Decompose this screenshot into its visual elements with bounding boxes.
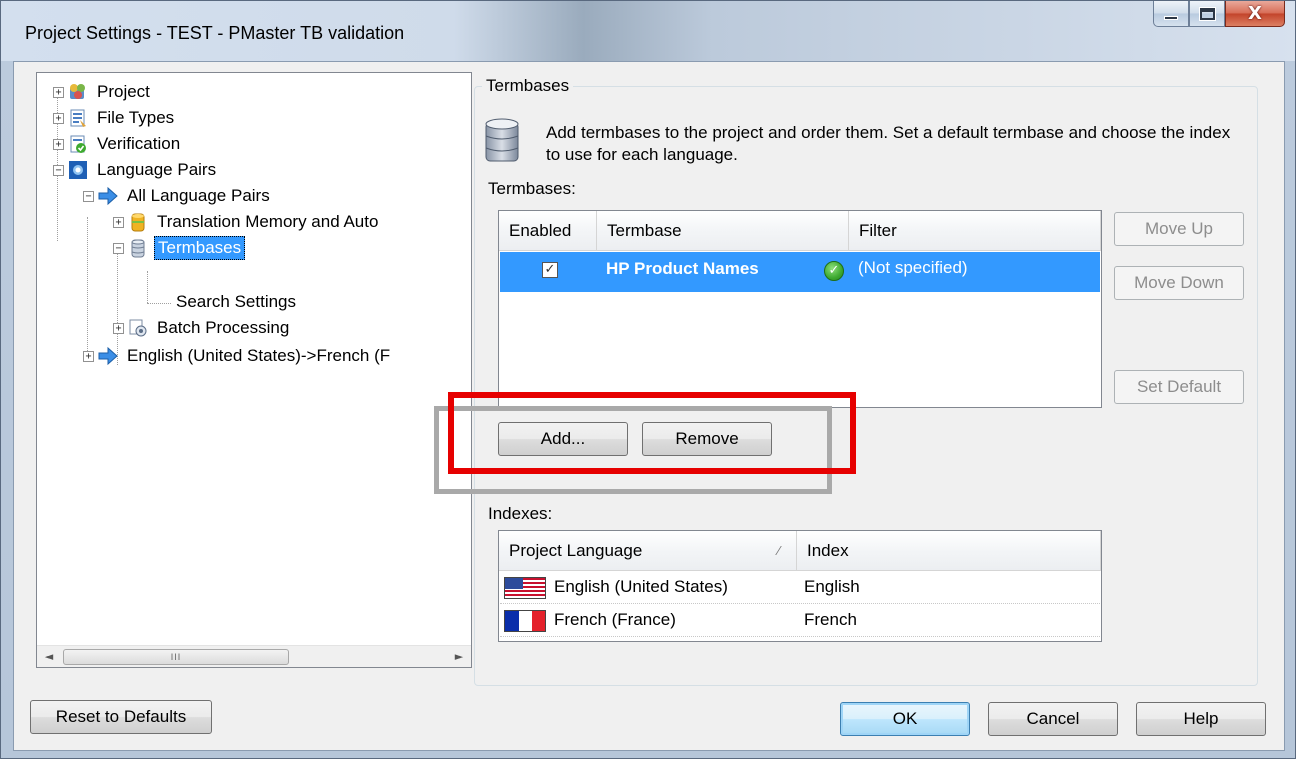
move-down-button[interactable]: Move Down: [1114, 266, 1244, 300]
tree-item-all-language-pairs[interactable]: − All Language Pairs: [83, 183, 273, 209]
database-icon: [484, 118, 520, 164]
window-title: Project Settings - TEST - PMaster TB val…: [25, 23, 405, 43]
arrow-right-icon: [98, 346, 118, 366]
help-button[interactable]: Help: [1136, 702, 1266, 736]
index-name: English: [804, 577, 860, 596]
project-settings-window: Project Settings - TEST - PMaster TB val…: [0, 0, 1296, 759]
column-header-filter[interactable]: Filter: [849, 211, 1101, 251]
termbase-name: HP Product Names: [606, 259, 759, 278]
file-types-icon: [68, 108, 88, 128]
tree-item-project[interactable]: + Project: [53, 79, 153, 105]
tree-item-language-pairs[interactable]: − Language Pairs: [53, 157, 219, 183]
title-bar[interactable]: Project Settings - TEST - PMaster TB val…: [1, 1, 1295, 61]
sort-icon: ⁄: [777, 543, 780, 558]
index-row-english[interactable]: English (United States) English: [500, 572, 1100, 604]
arrow-right-icon: [98, 186, 118, 206]
column-header-project-language[interactable]: Project Language ⁄: [499, 531, 797, 571]
maximize-button[interactable]: [1189, 1, 1225, 27]
database-icon: [128, 238, 148, 258]
indexes-listview[interactable]: Project Language ⁄ Index English (United…: [498, 530, 1102, 642]
tree-item-file-types[interactable]: + File Types: [53, 105, 177, 131]
termbases-group-legend: Termbases: [482, 76, 574, 96]
close-icon: X: [1248, 3, 1262, 24]
move-up-button[interactable]: Move Up: [1114, 212, 1244, 246]
collapse-icon[interactable]: −: [113, 242, 124, 254]
close-button[interactable]: X: [1225, 1, 1285, 27]
expand-icon[interactable]: +: [113, 216, 124, 228]
tree-item-translation-memory[interactable]: + Translation Memory and Auto: [113, 209, 381, 235]
column-header-enabled[interactable]: Enabled: [499, 211, 597, 251]
translation-memory-icon: [128, 212, 148, 232]
index-row-french[interactable]: French (France) French: [500, 605, 1100, 637]
language-pairs-icon: [68, 160, 88, 180]
indexes-label: Indexes:: [488, 504, 553, 523]
dialog-client-area: + Project + File Types + Verification − …: [13, 61, 1285, 751]
tree-item-termbases[interactable]: − Termbases: [113, 235, 246, 261]
column-header-termbase[interactable]: Termbase: [597, 211, 849, 251]
scroll-left-icon[interactable]: ◄: [39, 646, 59, 668]
us-flag-icon: [504, 577, 546, 599]
tree-item-batch-processing[interactable]: + Batch Processing: [113, 315, 292, 341]
collapse-icon[interactable]: −: [83, 190, 94, 202]
set-default-button[interactable]: Set Default: [1114, 370, 1244, 404]
tree-item-verification[interactable]: + Verification: [53, 131, 183, 157]
expand-icon[interactable]: +: [53, 86, 64, 98]
settings-tree[interactable]: + Project + File Types + Verification − …: [36, 72, 472, 668]
termbase-filter: (Not specified): [858, 258, 968, 277]
expand-icon[interactable]: +: [113, 322, 124, 334]
maximize-icon: [1198, 6, 1216, 21]
index-name: French: [804, 610, 857, 629]
tree-item-search-settings[interactable]: Search Settings: [173, 289, 299, 315]
column-header-index[interactable]: Index: [797, 531, 1101, 571]
termbase-row[interactable]: ✓ HP Product Names ✓ (Not specified): [500, 252, 1100, 292]
cancel-button[interactable]: Cancel: [988, 702, 1118, 736]
tree-horizontal-scrollbar[interactable]: ◄ III ►: [37, 645, 471, 667]
verification-icon: [68, 134, 88, 154]
collapse-icon[interactable]: −: [53, 164, 64, 176]
minimize-icon: [1164, 15, 1178, 20]
batch-processing-icon: [128, 318, 148, 338]
termbases-list-label: Termbases:: [488, 179, 576, 198]
termbases-listview[interactable]: Enabled Termbase Filter ✓ HP Product Nam…: [498, 210, 1102, 408]
red-annotation-box: [448, 392, 856, 474]
language-name: French (France): [554, 610, 676, 629]
scrollbar-thumb[interactable]: III: [63, 649, 289, 665]
scroll-right-icon[interactable]: ►: [449, 646, 469, 668]
termbases-description: Add termbases to the project and order t…: [546, 123, 1231, 164]
minimize-button[interactable]: [1153, 1, 1189, 27]
expand-icon[interactable]: +: [53, 112, 64, 124]
project-icon: [68, 82, 88, 102]
enabled-checkbox[interactable]: ✓: [542, 262, 558, 278]
check-circle-icon: ✓: [824, 261, 844, 281]
expand-icon[interactable]: +: [83, 350, 94, 362]
ok-button[interactable]: OK: [840, 702, 970, 736]
language-name: English (United States): [554, 577, 728, 596]
tree-item-english-french[interactable]: + English (United States)->French (F: [83, 343, 393, 369]
france-flag-icon: [504, 610, 546, 632]
expand-icon[interactable]: +: [53, 138, 64, 150]
reset-to-defaults-button[interactable]: Reset to Defaults: [30, 700, 212, 734]
